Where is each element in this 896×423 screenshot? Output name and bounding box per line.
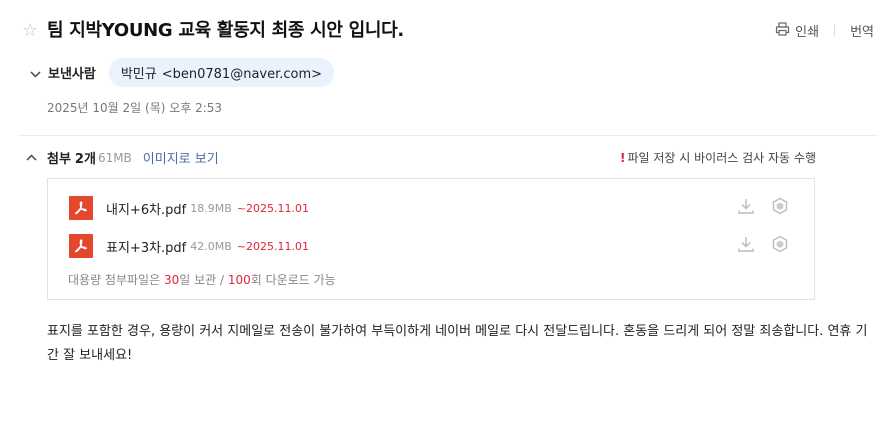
- print-button[interactable]: 인쇄: [775, 21, 819, 40]
- action-divider: [834, 24, 836, 37]
- chevron-down-icon[interactable]: [30, 63, 42, 82]
- pdf-icon: [69, 234, 93, 258]
- cloud-save-icon[interactable]: [771, 197, 789, 219]
- attachment-name[interactable]: 표지+3차.pdf: [106, 237, 186, 256]
- mail-date: 2025년 10월 2일 (목) 오후 2:53: [47, 101, 223, 115]
- attachment-item: 표지+3차.pdf 42.0MB ~2025.11.01: [69, 234, 789, 258]
- attachment-size: 42.0MB: [190, 239, 232, 253]
- attachment-item: 내지+6차.pdf 18.9MB ~2025.11.01: [69, 196, 789, 220]
- chevron-up-icon[interactable]: [26, 150, 37, 165]
- download-icon[interactable]: [737, 235, 755, 257]
- translate-button[interactable]: 번역: [850, 21, 874, 40]
- view-as-image-link[interactable]: 이미지로 보기: [143, 148, 219, 167]
- attachment-header: 첨부 2개 61MB 이미지로 보기 ! 파일 저장 시 바이러스 검사 자동 수…: [26, 148, 826, 167]
- attachment-name[interactable]: 내지+6차.pdf: [106, 199, 186, 218]
- storage-days: 30: [163, 273, 180, 287]
- attachment-count: 2개: [74, 152, 96, 167]
- attachment-total-size: 61MB: [97, 150, 132, 165]
- storage-note: 대용량 첨부파일은 30일 보관 / 100회 다운로드 가능: [68, 271, 336, 288]
- attachment-expiry: ~2025.11.01: [236, 239, 309, 253]
- mail-subject: 팀 지박YOUNG 교육 활동지 최종 시안 입니다.: [47, 20, 404, 41]
- storage-note-prefix: 대용량 첨부파일은: [68, 273, 164, 287]
- header-divider: [18, 135, 878, 136]
- attachment-title: 첨부: [47, 152, 71, 167]
- attachment-expiry: ~2025.11.01: [236, 201, 309, 215]
- attachment-actions: [737, 197, 789, 219]
- pdf-icon: [69, 196, 93, 220]
- attachment-size: 18.9MB: [190, 201, 232, 215]
- storage-note-mid: 일 보관 /: [179, 273, 228, 287]
- top-actions: 인쇄 번역: [775, 21, 874, 40]
- download-limit: 100: [227, 273, 251, 287]
- translate-label: 번역: [850, 25, 874, 40]
- sender-chip[interactable]: 박민규 <ben0781@naver.com>: [108, 58, 335, 87]
- download-icon[interactable]: [737, 197, 755, 219]
- attachment-box: 내지+6차.pdf 18.9MB ~2025.11.01 표지+3차.pdf 4…: [47, 178, 815, 300]
- virus-notice-text: 파일 저장 시 바이러스 검사 자동 수행: [627, 151, 817, 165]
- warning-icon: !: [620, 151, 626, 165]
- storage-note-suffix: 회 다운로드 가능: [250, 273, 336, 287]
- sender-email: <ben0781@naver.com>: [161, 67, 323, 82]
- print-icon: [775, 21, 790, 40]
- print-label: 인쇄: [795, 25, 820, 40]
- sender-name: 박민규: [120, 67, 157, 82]
- star-icon[interactable]: ☆: [22, 21, 38, 41]
- attachment-actions: [737, 235, 789, 257]
- cloud-save-icon[interactable]: [771, 235, 789, 257]
- virus-notice: ! 파일 저장 시 바이러스 검사 자동 수행: [620, 149, 816, 166]
- sender-label: 보낸사람: [48, 67, 96, 82]
- mail-body: 표지를 포함한 경우, 용량이 커서 지메일로 전송이 불가하여 부득이하게 네…: [47, 324, 868, 363]
- sender-row: 보낸사람 박민규 <ben0781@naver.com>: [30, 58, 335, 87]
